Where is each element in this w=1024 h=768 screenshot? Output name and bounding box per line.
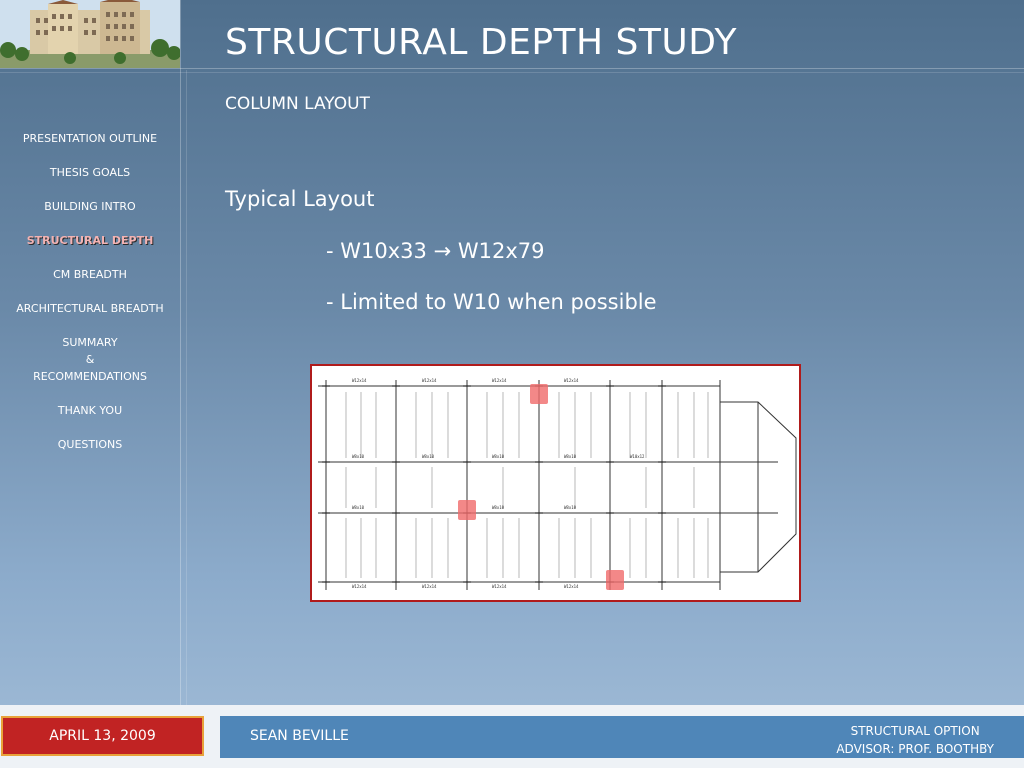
slide-subtitle: COLUMN LAYOUT bbox=[225, 94, 370, 114]
nav-item-summary-recommendations[interactable]: SUMMARY & RECOMMENDATIONS bbox=[0, 334, 180, 385]
presentation-date: APRIL 13, 2009 bbox=[1, 716, 204, 756]
option-advisor-block: STRUCTURAL OPTION ADVISOR: PROF. BOOTHBY bbox=[836, 722, 994, 758]
structural-option-label: STRUCTURAL OPTION bbox=[850, 724, 980, 738]
nav-item-thesis-goals[interactable]: THESIS GOALS bbox=[0, 164, 180, 181]
sidebar-divider bbox=[180, 0, 181, 705]
plan-beam-label: W8x10 bbox=[352, 454, 365, 459]
footer-info-bar: SEAN BEVILLE STRUCTURAL OPTION ADVISOR: … bbox=[220, 716, 1024, 758]
plan-beam-label: W12x14 bbox=[564, 584, 579, 589]
nav-item-thank-you[interactable]: THANK YOU bbox=[0, 402, 180, 419]
author-name: SEAN BEVILLE bbox=[250, 728, 349, 744]
plan-beam-label: W8x10 bbox=[352, 505, 365, 510]
plan-beam-label: W8x10 bbox=[492, 505, 505, 510]
plan-beam-label: W8x10 bbox=[564, 505, 577, 510]
highlighted-column-marker bbox=[530, 384, 548, 404]
content-heading: Typical Layout bbox=[225, 187, 375, 211]
bullet-limited-w10: - Limited to W10 when possible bbox=[326, 290, 657, 314]
plan-beam-label: W8x10 bbox=[422, 454, 435, 459]
presentation-date-text: APRIL 13, 2009 bbox=[49, 728, 156, 744]
advisor-label: ADVISOR: PROF. BOOTHBY bbox=[836, 742, 994, 756]
plan-beam-label: W10x12 bbox=[630, 454, 645, 459]
nav-item-structural-depth[interactable]: STRUCTURAL DEPTH bbox=[0, 232, 180, 249]
highlighted-columns bbox=[458, 384, 624, 590]
bullet-beam-range: - W10x33 → W12x79 bbox=[326, 239, 545, 263]
sidebar-nav: PRESENTATION OUTLINE THESIS GOALS BUILDI… bbox=[0, 130, 180, 470]
plan-beam-label: W12x14 bbox=[422, 584, 437, 589]
nav-item-architectural-breadth[interactable]: ARCHITECTURAL BREADTH bbox=[0, 300, 180, 317]
header-divider-2 bbox=[0, 72, 1024, 73]
header-divider bbox=[0, 68, 1024, 69]
nav-item-presentation-outline[interactable]: PRESENTATION OUTLINE bbox=[0, 130, 180, 147]
nav-item-summary-line-2: & bbox=[85, 353, 95, 366]
highlighted-column-marker bbox=[606, 570, 624, 590]
nav-item-questions[interactable]: QUESTIONS bbox=[0, 436, 180, 453]
building-rendering-image bbox=[0, 0, 180, 68]
nav-item-summary-line-1: SUMMARY bbox=[62, 336, 118, 349]
highlighted-column-marker bbox=[458, 500, 476, 520]
nav-item-summary-line-3: RECOMMENDATIONS bbox=[33, 370, 147, 383]
plan-beam-label: W12x14 bbox=[492, 584, 507, 589]
column-layout-plan-image: W12x14 W12x14 W12x14 W12x14 W8x10 W8x10 … bbox=[310, 364, 801, 602]
slide-title: STRUCTURAL DEPTH STUDY bbox=[225, 22, 737, 63]
plan-beam-label: W12x14 bbox=[564, 378, 579, 383]
plan-beam-label: W8x10 bbox=[564, 454, 577, 459]
plan-beam-label: W12x14 bbox=[352, 584, 367, 589]
plan-beam-label: W8x10 bbox=[492, 454, 505, 459]
plan-beam-label: W12x14 bbox=[422, 378, 437, 383]
sidebar-divider-inner bbox=[186, 70, 187, 705]
plan-beam-label: W12x14 bbox=[492, 378, 507, 383]
nav-item-building-intro[interactable]: BUILDING INTRO bbox=[0, 198, 180, 215]
nav-item-cm-breadth[interactable]: CM BREADTH bbox=[0, 266, 180, 283]
plan-beam-label: W12x14 bbox=[352, 378, 367, 383]
